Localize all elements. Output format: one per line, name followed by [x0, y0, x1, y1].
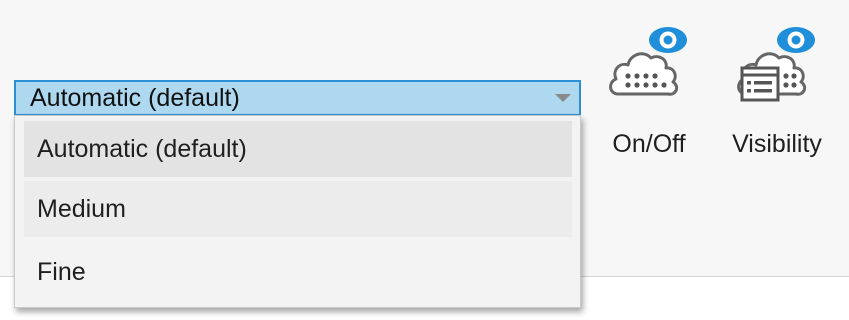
dropdown-option-automatic[interactable]: Automatic (default)	[24, 121, 572, 177]
dropdown-option-medium[interactable]: Medium	[24, 181, 572, 237]
onoff-button[interactable]: On/Off	[588, 14, 710, 184]
detail-combobox[interactable]: Automatic (default)	[14, 80, 581, 116]
onoff-label: On/Off	[612, 130, 686, 158]
combobox-value: Automatic (default)	[30, 84, 240, 112]
dropdown-list: Automatic (default) Medium Fine	[14, 115, 581, 308]
visibility-button[interactable]: Visibility	[712, 14, 842, 184]
cloud-eye-icon	[606, 20, 692, 115]
dropdown-option-fine[interactable]: Fine	[24, 244, 572, 300]
cloud-list-eye-icon	[734, 20, 820, 115]
chevron-down-icon[interactable]	[555, 94, 571, 102]
visibility-label: Visibility	[732, 130, 822, 158]
